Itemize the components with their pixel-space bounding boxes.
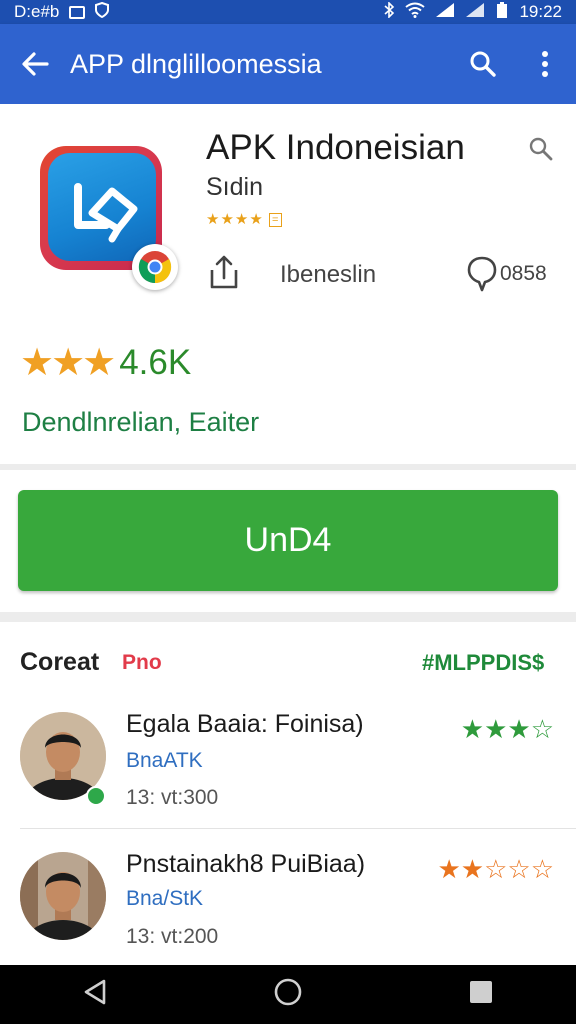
battery-icon [495, 1, 509, 24]
status-time: 19:22 [519, 2, 562, 21]
reviews-section-tag: Pno [122, 651, 162, 674]
reviews-section-title: Coreat [20, 648, 100, 676]
nav-back-button[interactable] [82, 978, 108, 1011]
comment-count: 0858 [500, 262, 547, 285]
notification-icon [69, 5, 86, 19]
nav-home-button[interactable] [273, 977, 303, 1012]
rating-count: 4.6K [119, 342, 192, 382]
small-rating: ★★★★ = [206, 210, 283, 228]
share-button[interactable] [208, 254, 240, 295]
reviewer-subtitle: Bna/StK [126, 887, 204, 910]
rating-summary: ★★★ 4.6K [20, 340, 191, 385]
small-rating-stars: ★★★★ [206, 211, 264, 228]
status-bar: D:e#b 19:22 [0, 0, 576, 24]
reviewer-name: Egala Baaia: Foinisa) [126, 710, 364, 738]
system-nav-bar [0, 965, 576, 1024]
home-circle-icon [274, 978, 302, 1006]
app-bar: APP dlnglilloomessia [0, 24, 576, 104]
nav-recents-button[interactable] [468, 979, 494, 1010]
app-name: APK Indoneisian [206, 128, 465, 167]
section-divider [0, 612, 576, 622]
search-icon [529, 137, 553, 161]
review-item[interactable]: Pnstainakh8 PuiBiaa) Bna/StK 13: vt:200 … [0, 830, 576, 968]
search-app-button[interactable] [528, 136, 554, 167]
reviewer-subtitle: BnaATK [126, 749, 203, 772]
bluetooth-icon [383, 0, 395, 23]
install-button[interactable]: UnD4 [18, 490, 558, 591]
review-item[interactable]: Egala Baaia: Foinisa) BnaATK 13: vt:300 … [0, 690, 576, 828]
signal-icon [435, 2, 455, 23]
back-button[interactable] [0, 24, 70, 104]
wifi-icon [405, 2, 426, 23]
search-icon [470, 51, 496, 77]
developer-name[interactable]: Sıdin [206, 173, 263, 202]
share-icon [210, 255, 238, 289]
more-options-button[interactable] [514, 24, 576, 104]
small-rating-badge: = [268, 213, 283, 227]
signal-icon-2 [465, 2, 485, 23]
avatar [20, 852, 106, 940]
install-button-label: UnD4 [244, 521, 332, 559]
more-vert-icon [542, 51, 548, 77]
review-date: 13: vt:200 [126, 925, 219, 948]
browser-badge-icon [132, 244, 178, 290]
comments-button[interactable] [467, 256, 497, 297]
recents-square-icon [469, 981, 492, 1003]
back-triangle-icon [85, 979, 106, 1005]
app-bar-title: APP dlnglilloomessia [70, 48, 322, 79]
reviewer-name: Pnstainakh8 PuiBiaa) [126, 850, 366, 878]
back-arrow-icon [22, 52, 49, 76]
app-logo-icon [74, 183, 138, 243]
review-stars: ★★★☆ [460, 714, 554, 744]
section-divider [0, 464, 576, 470]
category-label[interactable]: Dendlnrelian, Eaiter [22, 407, 259, 438]
share-label[interactable]: Ibeneslin [280, 261, 376, 289]
review-stars: ★★☆☆☆ [437, 854, 554, 884]
online-status-icon [86, 786, 106, 806]
comment-icon [467, 256, 497, 292]
review-date: 13: vt:300 [126, 786, 219, 809]
rating-stars: ★★★ [20, 342, 116, 384]
reviews-see-all-link[interactable]: #MLPPDIS$ [422, 650, 544, 676]
status-left-text: D:e#b [14, 2, 60, 21]
review-divider [20, 828, 576, 829]
shield-icon [95, 1, 110, 23]
search-button[interactable] [452, 24, 514, 104]
